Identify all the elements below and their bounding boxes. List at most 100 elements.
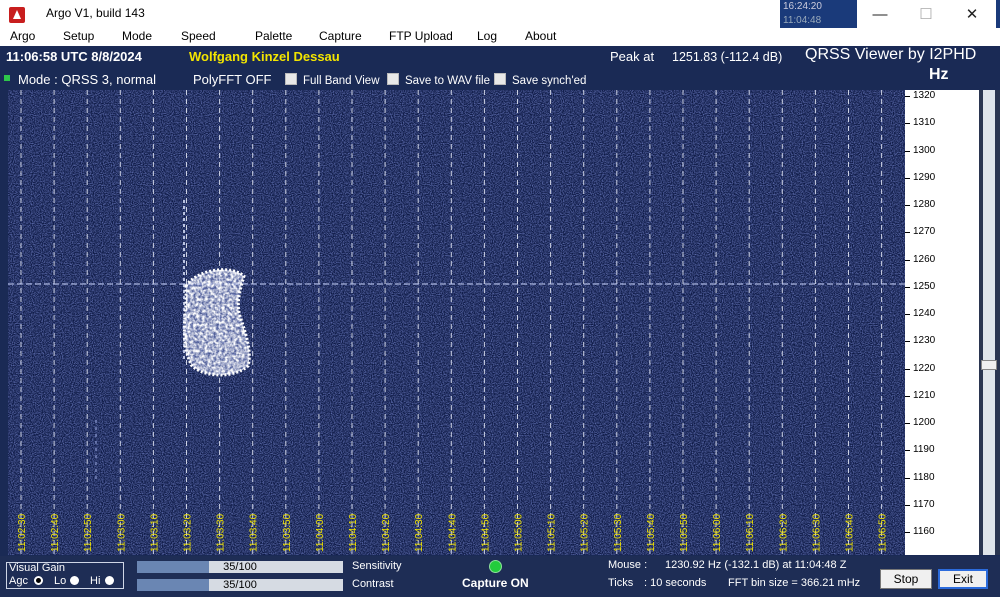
agc-radio[interactable]	[34, 576, 43, 585]
minimize-button[interactable]: —	[857, 0, 903, 28]
menu-speed[interactable]: Speed	[181, 28, 216, 44]
fft-bin-size: FFT bin size = 366.21 mHz	[728, 577, 861, 589]
menu-capture[interactable]: Capture	[319, 28, 362, 44]
utc-datetime: 11:06:58 UTC 8/8/2024	[6, 49, 142, 64]
polyfft-status[interactable]: PolyFFT OFF	[193, 72, 271, 88]
freq-tick-mark	[905, 395, 910, 397]
agc-label[interactable]: Agc	[9, 575, 28, 587]
freq-tick-label: 1200	[913, 417, 936, 428]
freq-tick-label: 1260	[913, 253, 936, 265]
freq-tick-mark	[905, 232, 910, 234]
time-tick-label: 11:02:50	[83, 513, 94, 552]
freq-tick-mark	[905, 423, 910, 424]
contrast-slider[interactable]: 35/100	[137, 579, 343, 591]
freq-tick-mark	[905, 314, 910, 315]
freq-tick-label: 1240	[913, 308, 936, 319]
status-led	[4, 75, 10, 81]
hi-radio[interactable]	[105, 576, 114, 585]
stop-button[interactable]: Stop	[880, 569, 932, 589]
lo-label[interactable]: Lo	[54, 575, 66, 587]
freq-tick-label: 1210	[913, 389, 936, 401]
save-to-wav-label[interactable]: Save to WAV file	[405, 73, 490, 89]
time-tick-label: 11:03:50	[282, 513, 293, 552]
mode-text: Mode : QRSS 3, normal	[18, 72, 156, 87]
capture-status: Capture ON	[462, 576, 529, 590]
full-band-view-label[interactable]: Full Band View	[303, 73, 380, 89]
time-tick-label: 11:04:00	[315, 513, 326, 552]
save-synched-checkbox[interactable]	[494, 73, 506, 85]
app-name: QRSS Viewer by I2PHD	[805, 46, 977, 63]
freq-tick-mark	[905, 150, 910, 152]
ticks-label: Ticks	[608, 577, 634, 589]
freq-tick-mark	[905, 477, 910, 479]
freq-tick-label: 1270	[913, 226, 936, 238]
full-band-view-checkbox[interactable]	[285, 73, 297, 85]
freq-tick-label: 1190	[913, 444, 935, 456]
freq-tick-label: 1160	[913, 526, 935, 537]
time-tick-label: 11:06:10	[745, 513, 756, 552]
menu-log[interactable]: Log	[477, 28, 497, 44]
background-window-time: 16:24:20	[783, 1, 822, 12]
time-tick-label: 11:06:40	[845, 513, 856, 552]
contrast-label: Contrast	[352, 578, 394, 590]
time-tick-label: 11:06:20	[778, 513, 789, 552]
time-tick-label: 11:03:00	[116, 513, 127, 552]
waterfall-display[interactable]: 11:02:30 11:02:40 11:02:50 11:03:00 11:03:10…	[8, 90, 905, 555]
exit-button[interactable]: Exit	[938, 569, 988, 589]
freq-tick-label: 1250	[913, 280, 936, 292]
argo-sail-icon[interactable]	[9, 7, 25, 23]
save-synched-label[interactable]: Save synch'ed	[512, 73, 586, 89]
save-to-wav-checkbox[interactable]	[387, 73, 399, 85]
contrast-value: 35/100	[223, 579, 257, 591]
ticks-value: : 10 seconds	[644, 577, 707, 589]
sensitivity-slider[interactable]: 35/100	[137, 561, 343, 573]
time-tick-label: 11:06:00	[712, 513, 723, 552]
visual-gain-label: Visual Gain	[9, 562, 66, 574]
freq-tick-label: 1290	[913, 171, 936, 183]
hz-unit-label: Hz	[929, 66, 949, 83]
capture-indicator-icon	[489, 560, 502, 573]
freq-tick-mark	[905, 368, 910, 370]
freq-tick-mark	[905, 123, 910, 125]
time-tick-label: 11:04:40	[447, 513, 458, 552]
freq-tick-label: 1300	[913, 144, 936, 156]
freq-tick-mark	[905, 205, 910, 206]
vertical-scroll-thumb[interactable]	[981, 360, 997, 370]
menu-argo[interactable]: Argo	[10, 28, 35, 44]
menu-setup[interactable]: Setup	[63, 28, 94, 44]
frequency-scale: 1320 1310 1300 1290 1280 1270 1260 1250 1240 1230…	[905, 90, 979, 555]
time-tick-label: 11:06:30	[811, 513, 822, 552]
freq-tick-mark	[905, 96, 910, 97]
freq-tick-label: 1220	[913, 362, 936, 374]
mouse-readout: 1230.92 Hz (-132.1 dB) at 11:04:48 Z	[665, 559, 847, 571]
freq-tick-mark	[905, 286, 910, 288]
freq-tick-mark	[905, 504, 910, 506]
close-button[interactable]: ✕	[948, 0, 996, 28]
freq-tick-label: 1170	[913, 498, 935, 510]
time-tick-label: 11:06:50	[878, 513, 889, 552]
time-tick-label: 11:03:30	[216, 513, 227, 552]
hi-label[interactable]: Hi	[90, 575, 100, 587]
peak-value: 1251.83 (-112.4 dB)	[672, 50, 783, 64]
time-tick-label: 11:05:30	[613, 513, 624, 552]
time-tick-label: 11:03:10	[149, 513, 160, 552]
lo-radio[interactable]	[70, 576, 79, 585]
time-tick-label: 11:05:50	[679, 513, 690, 552]
maximize-button[interactable]: ☐	[903, 0, 949, 28]
freq-tick-label: 1310	[913, 117, 936, 129]
menu-about[interactable]: About	[525, 28, 556, 44]
freq-tick-mark	[905, 341, 910, 343]
time-tick-label: 11:03:40	[249, 513, 260, 552]
sensitivity-label: Sensitivity	[352, 560, 402, 572]
menu-palette[interactable]: Palette	[255, 28, 292, 44]
sensitivity-value: 35/100	[223, 561, 257, 573]
menu-bar: Argo Setup Mode Speed Palette Capture FT…	[0, 28, 1000, 47]
vertical-scroll-track[interactable]	[983, 90, 995, 555]
time-tick-label: 11:05:20	[580, 513, 591, 552]
menu-ftp-upload[interactable]: FTP Upload	[389, 28, 453, 44]
menu-mode[interactable]: Mode	[122, 28, 152, 44]
time-tick-label: 11:04:10	[348, 513, 359, 552]
freq-tick-label: 1280	[913, 199, 936, 210]
freq-tick-label: 1320	[913, 90, 936, 101]
freq-tick-mark	[905, 532, 910, 533]
